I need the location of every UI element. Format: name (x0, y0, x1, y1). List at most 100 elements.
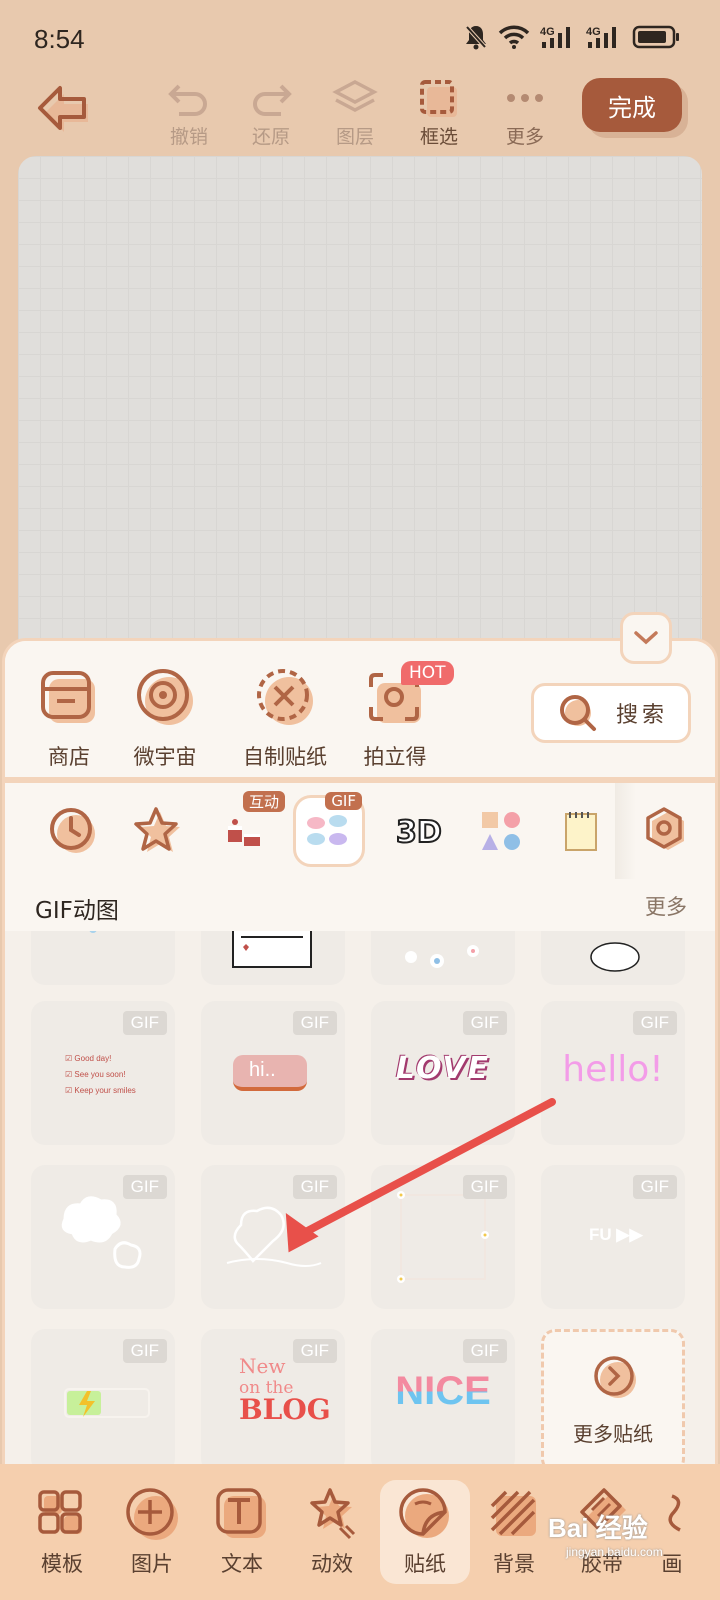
gif-tag: GIF (462, 1175, 507, 1199)
nice-text: NICE (371, 1369, 515, 1414)
sticker-preview (405, 945, 479, 968)
editing-canvas[interactable] (18, 156, 702, 656)
sticker-cell-checklist[interactable]: GIF ☑ Good day! ☑ See you soon! ☑ Keep y… (31, 1001, 175, 1145)
gif-tag: GIF (122, 1011, 167, 1035)
tab-notes[interactable] (545, 795, 617, 867)
tab-interactive[interactable]: 互动 (209, 791, 285, 867)
shapes-icon (482, 812, 520, 850)
nav-effects[interactable]: 动效 (292, 1486, 372, 1578)
sticker-icon (399, 1488, 449, 1538)
sticker-cell[interactable] (541, 931, 685, 985)
sticker-cell-clouds[interactable]: GIF (31, 1165, 175, 1309)
back-arrow-icon (38, 86, 88, 132)
sticker-cell-blog[interactable]: GIF New on the BLOG (201, 1329, 345, 1465)
tab-favorites[interactable] (121, 795, 193, 867)
tab-3d-letters[interactable]: 3D (381, 795, 453, 867)
collapse-panel-button[interactable] (620, 612, 672, 664)
done-button[interactable]: 完成 (582, 78, 682, 132)
universe-icon (137, 669, 193, 725)
category-instant-camera-label: 拍立得 (363, 745, 427, 769)
add-image-icon (126, 1488, 178, 1540)
undo-button[interactable]: 撤销 (154, 76, 224, 149)
checklist-item: Good day! (74, 1054, 112, 1063)
store-icon (41, 671, 95, 723)
sticker-preview (89, 931, 97, 933)
sticker-panel: 商店 微宇宙 自制贴纸 拍立得 HOT 搜索 互动 GIF 3D GIF动图 更… (2, 638, 718, 1468)
tab-recent[interactable] (37, 795, 109, 867)
sticker-cell-battery[interactable]: GIF (31, 1329, 175, 1465)
svg-text:3D: 3D (396, 815, 442, 850)
wifi-icon (498, 25, 530, 53)
nav-image[interactable]: 图片 (112, 1486, 192, 1578)
sticker-cell-frame[interactable]: GIF (371, 1165, 515, 1309)
layers-button[interactable]: 图层 (320, 76, 390, 149)
template-icon (38, 1490, 82, 1534)
clock-icon (50, 808, 95, 853)
status-bar: 8:54 4G 4G (0, 0, 720, 78)
gif-tag: GIF (462, 1011, 507, 1035)
hi-bubble: hi.. (233, 1055, 307, 1091)
svg-text:4G: 4G (586, 26, 601, 38)
more-button[interactable]: 更多 (490, 76, 560, 149)
gif-tag: GIF (632, 1175, 677, 1199)
redo-button[interactable]: 还原 (236, 76, 306, 149)
checklist-text: ☑ Good day! ☑ See you soon! ☑ Keep your … (65, 1054, 136, 1095)
category-row: 商店 微宇宙 自制贴纸 拍立得 HOT 搜索 (5, 641, 715, 777)
sticker-cell[interactable] (371, 931, 515, 985)
hexagon-settings-icon (646, 807, 684, 850)
more-label: 更多 (505, 126, 544, 148)
nav-text[interactable]: 文本 (202, 1486, 282, 1578)
sticker-cell[interactable] (201, 931, 345, 985)
sticker-tabs: 互动 GIF 3D (5, 783, 715, 879)
category-store[interactable]: 商店 (37, 665, 101, 771)
tab-settings[interactable] (629, 795, 701, 867)
3d-letters-icon: 3D (395, 814, 442, 851)
sticker-cell-love[interactable]: GIF LOVE (371, 1001, 515, 1145)
fu-text: FU ▶▶ (589, 1225, 643, 1244)
redo-icon (253, 84, 292, 116)
sticker-cell-nice[interactable]: GIF NICE (371, 1329, 515, 1465)
background-icon (490, 1490, 536, 1536)
sticker-cell[interactable] (31, 931, 175, 985)
undo-label: 撤销 (169, 126, 208, 148)
mute-bell-icon (464, 24, 488, 54)
blog-line: BLOG (239, 1393, 331, 1426)
back-button[interactable] (36, 84, 94, 136)
tab-gif[interactable]: GIF (293, 792, 365, 867)
nav-template[interactable]: 模板 (22, 1486, 102, 1578)
section-title: GIF动图 (35, 898, 119, 924)
category-universe[interactable]: 微宇宙 (133, 665, 197, 771)
notepad-icon (565, 812, 597, 851)
section-more-link[interactable]: 更多 (645, 891, 687, 921)
select-button[interactable]: 框选 (404, 76, 474, 149)
sticker-cell-heart[interactable]: GIF (201, 1165, 345, 1309)
sticker-cell-hello[interactable]: GIF hello! (541, 1001, 685, 1145)
gif-tag: GIF (122, 1175, 167, 1199)
cell-signal-icon: 4G (540, 24, 576, 54)
more-stickers-button[interactable]: 更多贴纸 (541, 1329, 685, 1465)
watermark: Bai 经验 jingyan.baidu.com (548, 1508, 663, 1559)
blog-text: New on the BLOG (239, 1355, 331, 1426)
effects-icon (310, 1488, 356, 1540)
gif-tag: GIF (462, 1339, 507, 1363)
editor-toolbar: 撤销 还原 图层 框选 更多 完成 (0, 72, 720, 152)
category-diy-sticker[interactable]: 自制贴纸 (243, 665, 327, 771)
love-text: LOVE (395, 1051, 491, 1086)
undo-icon (168, 84, 207, 116)
gif-tag: GIF (632, 1011, 677, 1035)
nav-sticker[interactable]: 贴纸 (380, 1480, 470, 1584)
chevron-down-icon (634, 631, 658, 645)
tab-shapes[interactable] (465, 795, 537, 867)
cake-icon (228, 819, 260, 846)
clock-time: 8:54 (34, 23, 85, 54)
sticker-cell-hi[interactable]: GIF hi.. (201, 1001, 345, 1145)
gif-pack-icon (307, 815, 347, 845)
nav-effects-label: 动效 (311, 1552, 353, 1576)
nav-background[interactable]: 背景 (474, 1486, 554, 1578)
watermark-url: jingyan.baidu.com (566, 1545, 663, 1559)
battery-icon (632, 24, 682, 54)
sticker-cell-fu[interactable]: GIF FU ▶▶ (541, 1165, 685, 1309)
more-stickers-label: 更多贴纸 (573, 1422, 653, 1446)
status-icons: 4G 4G (464, 24, 682, 54)
search-button[interactable]: 搜索 (531, 683, 691, 743)
